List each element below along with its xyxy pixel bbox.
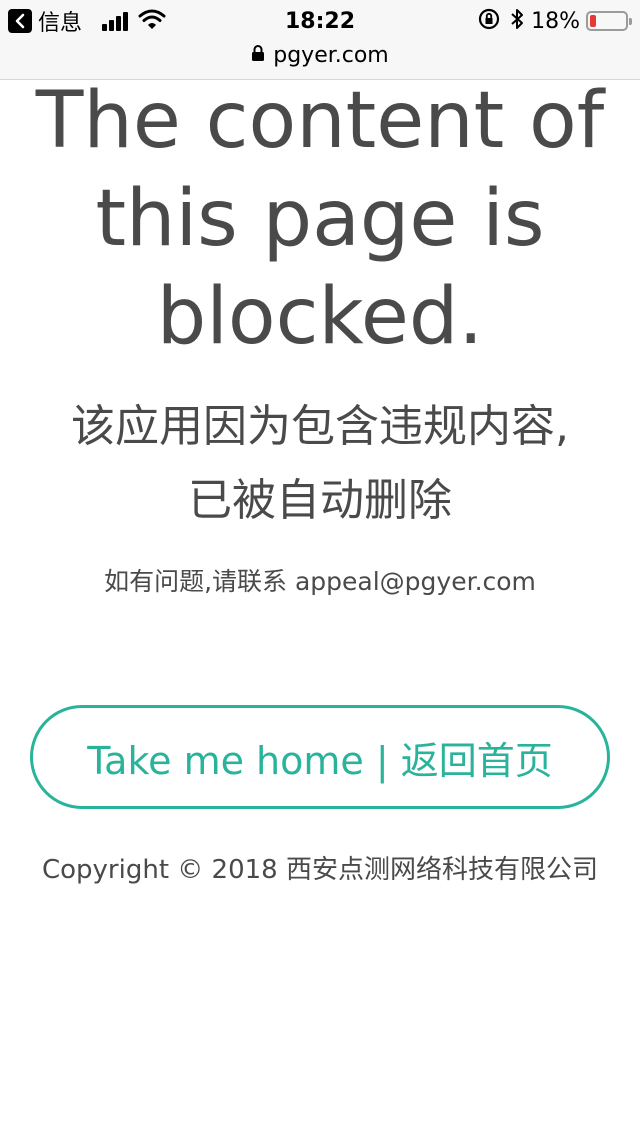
removal-notice-line-2: 已被自动删除 [188,475,452,526]
back-arrow-icon [8,9,32,33]
battery-percent: 18% [531,8,580,34]
battery-icon [586,11,632,31]
status-bar: 信息 18:22 18% pgyer.com [0,0,640,80]
bluetooth-icon [509,7,525,35]
cellular-signal-icon [102,11,130,31]
take-me-home-button[interactable]: Take me home | 返回首页 [30,705,610,809]
removal-notice-line-1: 该应用因为包含违规内容, [71,401,569,452]
contact-info: 如有问题,请联系 appeal@pgyer.com [104,567,536,596]
status-icons: 18% [477,5,632,37]
lock-icon [251,44,265,66]
back-to-app[interactable]: 信息 [8,5,166,37]
wifi-icon [138,8,166,34]
battery-level-fill [590,15,597,27]
url-text: pgyer.com [273,42,389,68]
address-bar[interactable]: pgyer.com [0,40,640,70]
blocked-headline: The content of this page is blocked. [35,76,605,362]
back-app-label: 信息 [38,11,83,36]
copyright-footer: Copyright © 2018 西安点测网络科技有限公司 [41,855,598,885]
orientation-lock-icon [477,7,501,35]
removal-notice: 该应用因为包含违规内容, 已被自动删除 [20,390,620,538]
